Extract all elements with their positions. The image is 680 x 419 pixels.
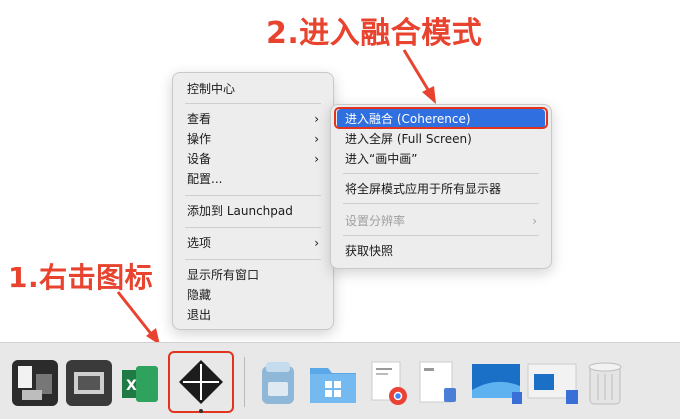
menu-separator bbox=[185, 227, 321, 228]
arrow-to-dock-icon bbox=[116, 291, 154, 336]
menu-item-label: 配置... bbox=[187, 172, 223, 186]
menu-item-label: 隐藏 bbox=[187, 288, 212, 302]
menu-item-configure[interactable]: 配置... bbox=[179, 169, 327, 189]
windows-desktop-icon[interactable] bbox=[526, 360, 578, 406]
disk-utility-icon[interactable] bbox=[256, 358, 300, 408]
windows-folder-icon[interactable] bbox=[308, 360, 358, 406]
menu-separator bbox=[343, 235, 539, 236]
menu-item-hide[interactable]: 隐藏 bbox=[179, 285, 327, 305]
parallels-highlight-box bbox=[168, 351, 234, 413]
menu-item-label: 进入全屏 (Full Screen) bbox=[345, 132, 472, 146]
svg-text:X: X bbox=[126, 378, 137, 394]
menu-item-show-all-windows[interactable]: 显示所有窗口 bbox=[179, 265, 327, 285]
menu-item-view[interactable]: 查看 › bbox=[179, 109, 327, 129]
menu-item-label: 获取快照 bbox=[345, 244, 394, 258]
chevron-right-icon: › bbox=[314, 112, 319, 126]
menu-item-control-center[interactable]: 控制中心 bbox=[179, 79, 327, 99]
menu-item-label: 操作 bbox=[187, 132, 212, 146]
menu-item-label: 设置分辨率 bbox=[345, 214, 406, 228]
chevron-right-icon: › bbox=[532, 214, 537, 228]
menu-item-label: 选项 bbox=[187, 236, 212, 250]
menu-item-label: 显示所有窗口 bbox=[187, 268, 260, 282]
excel-icon[interactable]: X bbox=[122, 366, 158, 402]
menu-item-label: 查看 bbox=[187, 112, 212, 126]
windows-app-icon[interactable] bbox=[12, 360, 58, 406]
menu-item-options[interactable]: 选项 › bbox=[179, 233, 327, 253]
menu-item-label: 添加到 Launchpad bbox=[187, 204, 293, 218]
menu-item-label: 控制中心 bbox=[187, 82, 236, 96]
view-submenu: 进入融合 (Coherence) 进入全屏 (Full Screen) 进入“画… bbox=[330, 104, 552, 269]
menu-item-label: 设备 bbox=[187, 152, 212, 166]
menu-separator bbox=[185, 259, 321, 260]
submenu-item-full-screen[interactable]: 进入全屏 (Full Screen) bbox=[337, 129, 545, 149]
submenu-item-picture-in-picture[interactable]: 进入“画中画” bbox=[337, 149, 545, 169]
menu-item-label: 进入“画中画” bbox=[345, 152, 418, 166]
chrome-document-icon[interactable] bbox=[366, 358, 410, 408]
menu-separator bbox=[343, 203, 539, 204]
chevron-right-icon: › bbox=[314, 132, 319, 146]
menu-item-label: 将全屏模式应用于所有显示器 bbox=[345, 182, 502, 196]
submenu-item-set-resolution: 设置分辨率 › bbox=[337, 211, 545, 231]
windows-app-icon[interactable] bbox=[66, 360, 112, 406]
menu-item-label: 退出 bbox=[187, 308, 212, 322]
menu-separator bbox=[185, 103, 321, 104]
trash-icon[interactable] bbox=[584, 358, 626, 408]
menu-item-add-launchpad[interactable]: 添加到 Launchpad bbox=[179, 201, 327, 221]
menu-item-actions[interactable]: 操作 › bbox=[179, 129, 327, 149]
submenu-item-apply-all-displays[interactable]: 将全屏模式应用于所有显示器 bbox=[337, 179, 545, 199]
running-indicator-dot bbox=[199, 409, 203, 413]
menu-separator bbox=[185, 195, 321, 196]
arrow-head-submenu bbox=[422, 86, 436, 104]
menu-item-devices[interactable]: 设备 › bbox=[179, 149, 327, 169]
windows-desktop-icon[interactable] bbox=[470, 360, 522, 406]
submenu-item-take-snapshot[interactable]: 获取快照 bbox=[337, 241, 545, 261]
chevron-right-icon: › bbox=[314, 236, 319, 250]
menu-separator bbox=[343, 173, 539, 174]
chevron-right-icon: › bbox=[314, 152, 319, 166]
arrow-to-submenu bbox=[402, 49, 432, 94]
dock-divider bbox=[244, 357, 245, 407]
coherence-highlight-box bbox=[334, 107, 548, 129]
menu-item-quit[interactable]: 退出 bbox=[179, 305, 327, 325]
document-icon[interactable] bbox=[416, 358, 460, 408]
dock-context-menu: 控制中心 查看 › 操作 › 设备 › 配置... 添加到 Launchpad 选项 ›… bbox=[172, 72, 334, 330]
